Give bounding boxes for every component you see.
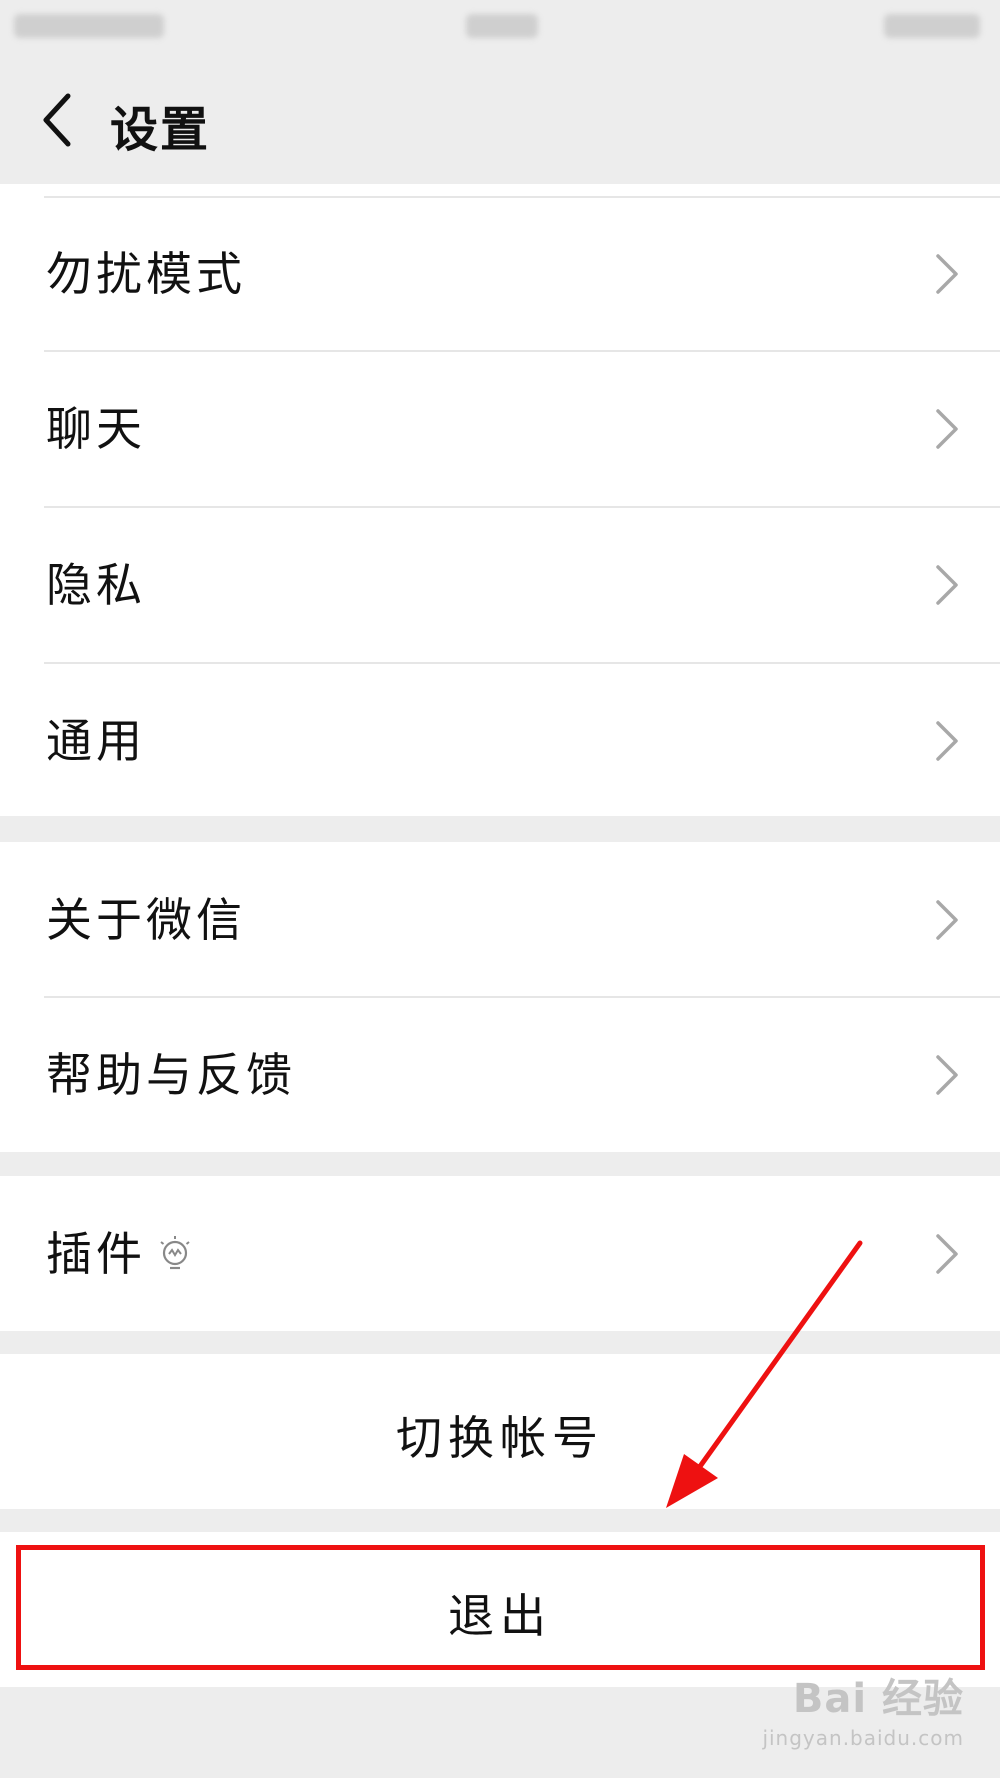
status-icons-blur [884, 14, 980, 38]
settings-group-plugins: 插件 [0, 1176, 1000, 1331]
chevron-right-icon [936, 721, 958, 761]
status-carrier-blur [14, 14, 164, 38]
chevron-right-icon [936, 409, 958, 449]
settings-item-privacy[interactable]: 隐私 [0, 507, 1000, 662]
settings-group-general: 勿扰模式 聊天 隐私 通用 [0, 184, 1000, 816]
settings-item-do-not-disturb[interactable]: 勿扰模式 [0, 196, 1000, 351]
settings-item-label: 勿扰模式 [46, 247, 246, 301]
watermark-url: jingyan.baidu.com [762, 1726, 964, 1750]
settings-item-general[interactable]: 通用 [0, 663, 1000, 818]
chevron-right-icon [936, 1055, 958, 1095]
bulb-icon [160, 1236, 190, 1270]
settings-item-label: 插件 [46, 1227, 146, 1281]
settings-item-plugins[interactable]: 插件 [0, 1176, 1000, 1331]
settings-item-label: 通用 [46, 714, 146, 768]
settings-item-label: 关于微信 [46, 893, 246, 947]
chevron-right-icon [936, 565, 958, 605]
switch-account-label: 切换帐号 [396, 1411, 604, 1465]
status-bar [0, 0, 1000, 52]
settings-item-label: 帮助与反馈 [46, 1048, 296, 1102]
switch-account-button[interactable]: 切换帐号 [0, 1354, 1000, 1509]
settings-item-help-feedback[interactable]: 帮助与反馈 [0, 997, 1000, 1152]
page-title: 设置 [110, 102, 211, 158]
top-nav-bar: 设置 [0, 52, 1000, 184]
back-arrow-icon[interactable] [36, 88, 84, 152]
settings-group-about: 关于微信 帮助与反馈 [0, 842, 1000, 1152]
settings-item-label: 隐私 [46, 558, 146, 612]
chevron-right-icon [936, 1234, 958, 1274]
chevron-right-icon [936, 900, 958, 940]
status-time-blur [466, 14, 538, 38]
chevron-right-icon [936, 254, 958, 294]
watermark: Bai 经验 jingyan.baidu.com [762, 1666, 964, 1750]
settings-item-label: 聊天 [46, 402, 146, 456]
watermark-logo: Bai 经验 [792, 1676, 964, 1722]
settings-item-chat[interactable]: 聊天 [0, 351, 1000, 506]
highlight-box [16, 1545, 985, 1670]
settings-item-about-wechat[interactable]: 关于微信 [0, 842, 1000, 997]
